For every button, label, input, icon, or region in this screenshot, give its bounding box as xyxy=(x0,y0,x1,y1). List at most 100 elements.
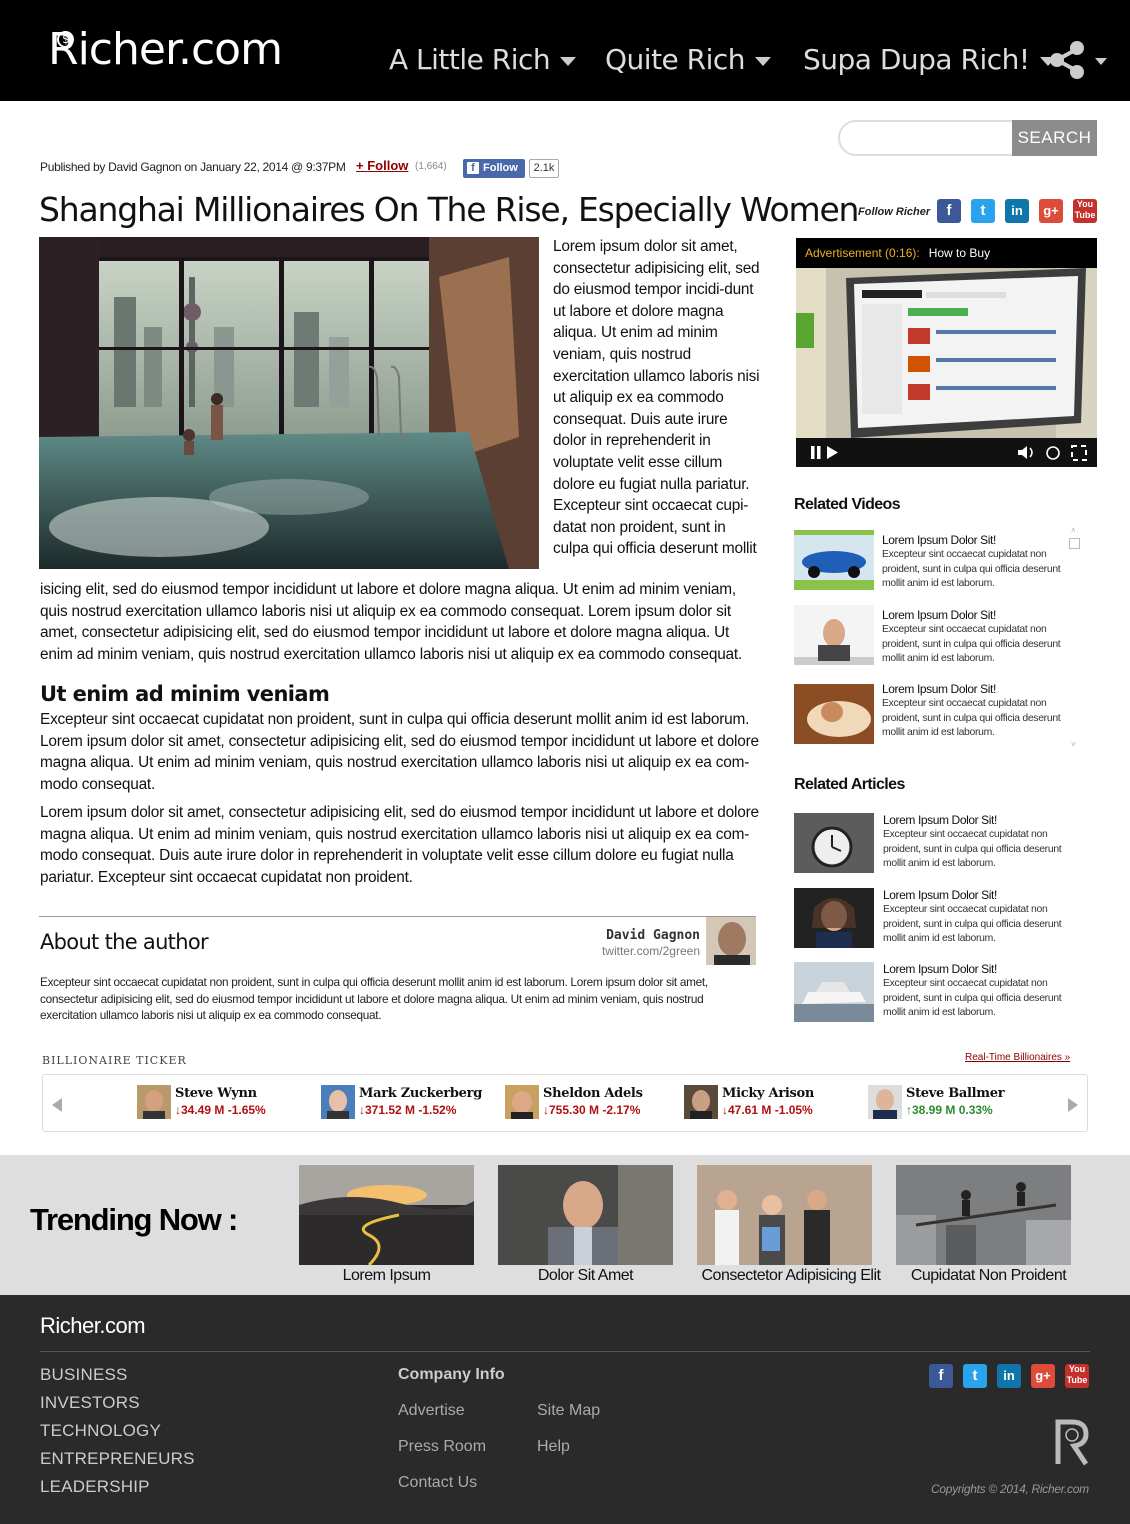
scroll-up-icon[interactable]: ˄ xyxy=(1071,526,1081,535)
page: $ Richer.com A Little Rich Quite Rich Sup… xyxy=(0,0,1130,1524)
related-video-title[interactable]: Lorem Ipsum Dolor Sit! xyxy=(882,608,996,622)
related-video-text: Excepteur sint occaecat cupidatat non pr… xyxy=(882,549,1061,590)
related-article-thumbnail[interactable] xyxy=(794,962,874,1022)
youtube-icon[interactable]: You Tube xyxy=(1073,199,1097,223)
chevron-down-icon xyxy=(560,56,577,66)
author-twitter-link[interactable]: twitter.com/2green xyxy=(540,944,700,958)
ticker-name[interactable]: Mark Zuckerberg xyxy=(359,1086,482,1101)
author-avatar xyxy=(706,917,756,965)
footer-category-link[interactable]: BUSINESS xyxy=(40,1365,128,1385)
related-article-title[interactable]: Lorem Ipsum Dolor Sit! xyxy=(883,813,997,827)
billionaire-avatar xyxy=(505,1085,539,1119)
linkedin-icon[interactable]: in xyxy=(1005,199,1029,223)
plus-icon: + xyxy=(356,158,368,173)
dollar-icon: $ xyxy=(57,31,74,48)
ticker-value: ↓371.52 M -1.52% xyxy=(359,1103,457,1117)
ticker-next-icon[interactable] xyxy=(1068,1098,1078,1112)
search-button[interactable]: SEARCH xyxy=(1012,120,1097,156)
site-logo[interactable]: $ Richer.com xyxy=(48,24,283,76)
article-subheading: Ut enim ad minim veniam xyxy=(40,682,330,706)
article-paragraph: Lorem ipsum dolor sit amet, consectetur … xyxy=(40,804,759,886)
footer-link-advertise[interactable]: Advertise xyxy=(398,1402,465,1420)
real-time-billionaires-link[interactable]: Real-Time Billionaires » xyxy=(965,1052,1070,1063)
trending-caption[interactable]: Dolor Sit Amet xyxy=(498,1267,673,1285)
nav-item-supa-dupa-rich[interactable]: Supa Dupa Rich! xyxy=(803,40,1056,80)
nav-item-a-little-rich[interactable]: A Little Rich xyxy=(389,40,577,80)
trending-title: Trending Now : xyxy=(30,1202,238,1237)
article-paragraph: isicing elit, sed do eiusmod tempor inci… xyxy=(40,581,743,663)
footer-divider xyxy=(40,1351,1090,1352)
article-title: Shanghai Millionaires On The Rise, Espec… xyxy=(39,190,859,229)
copyright-text: Copyrights © 2014, Richer.com xyxy=(931,1482,1089,1496)
twitter-icon[interactable]: t xyxy=(963,1364,987,1388)
related-video-thumbnail[interactable] xyxy=(794,684,874,744)
ticker-name[interactable]: Steve Ballmer xyxy=(906,1086,1005,1101)
footer-link-help[interactable]: Help xyxy=(537,1438,570,1456)
related-video-thumbnail[interactable] xyxy=(794,605,874,665)
trending-caption[interactable]: Cupidatat Non Proident xyxy=(896,1267,1081,1285)
video-player[interactable] xyxy=(796,238,1097,467)
footer-category-link[interactable]: LEADERSHIP xyxy=(40,1477,150,1497)
ticker-name[interactable]: Steve Wynn xyxy=(175,1086,257,1101)
related-article-thumbnail[interactable] xyxy=(794,813,874,873)
facebook-icon[interactable]: f xyxy=(929,1364,953,1388)
linkedin-icon[interactable]: in xyxy=(997,1364,1021,1388)
share-menu-button[interactable] xyxy=(1045,38,1107,82)
footer-category-link[interactable]: TECHNOLOGY xyxy=(40,1421,161,1441)
related-video-text: Excepteur sint occaecat cupidatat non pr… xyxy=(882,698,1061,739)
ad-label: Advertisement (0:16): xyxy=(805,246,920,260)
ticker-prev-icon[interactable] xyxy=(52,1098,62,1112)
ticker-value: ↓34.49 M -1.65% xyxy=(175,1103,266,1117)
facebook-follow-count: 2.1k xyxy=(529,159,559,178)
nav-item-quite-rich[interactable]: Quite Rich xyxy=(605,40,772,80)
googleplus-icon[interactable]: g+ xyxy=(1031,1364,1055,1388)
footer-category-link[interactable]: ENTREPRENEURS xyxy=(40,1449,195,1469)
trending-image[interactable] xyxy=(299,1165,474,1265)
trending-image[interactable] xyxy=(498,1165,673,1265)
related-video-title[interactable]: Lorem Ipsum Dolor Sit! xyxy=(882,533,996,547)
facebook-icon[interactable]: f xyxy=(937,199,961,223)
trending-image[interactable] xyxy=(896,1165,1071,1265)
related-article-title[interactable]: Lorem Ipsum Dolor Sit! xyxy=(883,888,997,902)
footer-category-link[interactable]: INVESTORS xyxy=(40,1393,140,1413)
author-bio: Excepteur sint occaecat cupidatat non pr… xyxy=(40,975,708,1022)
trending-caption[interactable]: Lorem Ipsum xyxy=(299,1267,474,1285)
pause-button[interactable] xyxy=(807,443,837,463)
article-paragraph: Lorem ipsum dolor sit amet, consectetur … xyxy=(553,238,760,558)
ticker-value: ↓47.61 M -1.05% xyxy=(722,1103,813,1117)
related-article-title[interactable]: Lorem Ipsum Dolor Sit! xyxy=(883,962,997,976)
footer-logo[interactable]: Richer.com xyxy=(40,1313,146,1339)
ticker-label: BILLIONAIRE TICKER xyxy=(42,1054,187,1067)
youtube-icon[interactable]: You Tube xyxy=(1065,1364,1089,1388)
related-article-text: Excepteur sint occaecat cupidatat non pr… xyxy=(883,904,1062,945)
related-video-thumbnail[interactable] xyxy=(794,530,874,590)
trending-caption[interactable]: Consectetor Adipisicing Elit xyxy=(694,1267,888,1285)
replay-icon[interactable] xyxy=(1044,443,1064,463)
scrollbar-thumb[interactable] xyxy=(1069,538,1080,549)
search-input[interactable] xyxy=(838,120,1014,156)
googleplus-icon[interactable]: g+ xyxy=(1039,199,1063,223)
follow-author-link[interactable]: + Follow xyxy=(356,158,408,173)
trending-image[interactable] xyxy=(697,1165,872,1265)
scroll-down-icon[interactable]: ˅ xyxy=(1071,740,1081,749)
fullscreen-icon[interactable] xyxy=(1070,443,1092,463)
footer-link-site-map[interactable]: Site Map xyxy=(537,1402,600,1420)
video-title: How to Buy xyxy=(928,246,991,260)
article-paragraph: Excepteur sint occaecat cupidatat non pr… xyxy=(40,711,759,793)
billionaire-avatar xyxy=(868,1085,902,1119)
twitter-icon[interactable]: t xyxy=(971,199,995,223)
author-name[interactable]: David Gagnon xyxy=(540,928,700,943)
facebook-follow-button[interactable]: f Follow xyxy=(463,159,525,178)
related-article-thumbnail[interactable] xyxy=(794,888,874,948)
related-video-title[interactable]: Lorem Ipsum Dolor Sit! xyxy=(882,682,996,696)
footer-link-press-room[interactable]: Press Room xyxy=(398,1438,486,1456)
ticker-value: ↑38.99 M 0.33% xyxy=(906,1103,993,1117)
volume-icon[interactable] xyxy=(1012,443,1042,463)
billionaire-avatar xyxy=(137,1085,171,1119)
ticker-name[interactable]: Micky Arison xyxy=(722,1086,814,1101)
chevron-down-icon xyxy=(755,56,772,66)
ticker-name[interactable]: Sheldon Adelson xyxy=(543,1086,643,1101)
related-videos-title: Related Videos xyxy=(794,496,901,513)
related-article-text: Excepteur sint occaecat cupidatat non pr… xyxy=(883,829,1062,870)
footer-link-contact-us[interactable]: Contact Us xyxy=(398,1474,477,1492)
